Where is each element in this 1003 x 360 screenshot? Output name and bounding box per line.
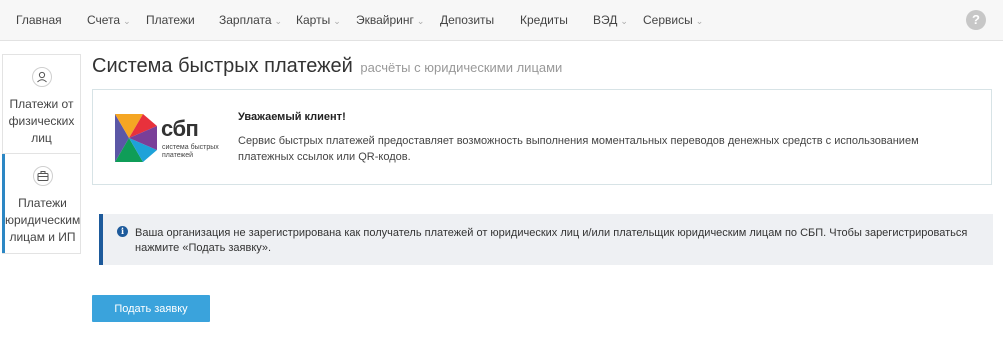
tab-label: Платежи от физических лиц bbox=[8, 97, 75, 145]
card-heading: Уважаемый клиент! bbox=[238, 111, 346, 123]
nav-item-label: Сервисы bbox=[643, 13, 693, 27]
sbp-logo: сбп система быстрых платежей bbox=[113, 112, 228, 168]
nav-item-payments[interactable]: Платежи bbox=[146, 0, 195, 41]
nav-item-label: Кредиты bbox=[520, 13, 568, 27]
nav-item-cards[interactable]: Карты ⌄ bbox=[296, 0, 341, 41]
tab-label: Платежи юридическим лицам и ИП bbox=[5, 196, 81, 244]
page-title-text: Система быстрых платежей bbox=[92, 55, 353, 77]
tab-legal-entity-payments[interactable]: Платежи юридическим лицам и ИП bbox=[2, 154, 80, 253]
side-tabs: Платежи от физических лиц Платежи юридич… bbox=[2, 54, 81, 254]
briefcase-icon bbox=[32, 166, 53, 186]
info-icon: i bbox=[117, 226, 128, 237]
nav-item-acquiring[interactable]: Эквайринг ⌄ bbox=[356, 0, 424, 41]
nav-item-services[interactable]: Сервисы ⌄ bbox=[643, 0, 703, 41]
nav-item-credits[interactable]: Кредиты bbox=[520, 0, 568, 41]
sbp-logo-subtext-line1: система быстрых bbox=[162, 144, 219, 151]
card-description: Сервис быстрых платежей предоставляет во… bbox=[238, 135, 919, 163]
chevron-down-icon: ⌄ bbox=[123, 16, 131, 26]
notice-text: Ваша организация не зарегистрирована как… bbox=[135, 227, 968, 254]
page-subtitle: расчёты с юридическими лицами bbox=[360, 60, 563, 75]
chevron-down-icon: ⌄ bbox=[695, 16, 704, 26]
nav-item-label: Карты bbox=[296, 13, 331, 27]
nav-item-label: Платежи bbox=[146, 13, 195, 27]
apply-button[interactable]: Подать заявку bbox=[92, 295, 210, 322]
nav-item-ved[interactable]: ВЭД ⌄ bbox=[593, 0, 628, 41]
page-title: Система быстрых платежей расчёты с юриди… bbox=[92, 55, 562, 78]
sbp-info-card: сбп система быстрых платежей Уважаемый к… bbox=[92, 89, 992, 185]
sbp-logo-subtext-line2: платежей bbox=[162, 152, 194, 159]
nav-item-label: Главная bbox=[16, 13, 62, 27]
nav-item-label: Зарплата bbox=[219, 13, 272, 27]
nav-item-home[interactable]: Главная bbox=[16, 0, 62, 41]
registration-notice: i Ваша организация не зарегистрирована к… bbox=[99, 214, 993, 265]
chevron-down-icon: ⌄ bbox=[620, 16, 628, 26]
nav-item-accounts[interactable]: Счета ⌄ bbox=[87, 0, 131, 41]
nav-item-salary[interactable]: Зарплата ⌄ bbox=[219, 0, 282, 41]
sbp-logo-subtext: система быстрых платежей bbox=[162, 144, 219, 160]
tab-individual-payments[interactable]: Платежи от физических лиц bbox=[3, 55, 80, 154]
chevron-down-icon: ⌄ bbox=[416, 16, 425, 26]
help-icon[interactable]: ? bbox=[966, 10, 986, 30]
sbp-logo-mark bbox=[115, 114, 157, 162]
chevron-down-icon: ⌄ bbox=[333, 16, 341, 26]
top-navigation: Главная Счета ⌄ Платежи Зарплата ⌄ Карты ⌄ … bbox=[0, 0, 1003, 41]
sbp-logo-text: сбп bbox=[161, 116, 199, 141]
nav-item-label: Счета bbox=[87, 13, 121, 27]
person-icon bbox=[31, 67, 52, 87]
nav-item-label: Депозиты bbox=[440, 13, 495, 27]
nav-item-label: Эквайринг bbox=[356, 13, 414, 27]
nav-item-deposits[interactable]: Депозиты bbox=[440, 0, 494, 41]
chevron-down-icon: ⌄ bbox=[274, 16, 283, 26]
nav-item-label: ВЭД bbox=[593, 13, 618, 27]
